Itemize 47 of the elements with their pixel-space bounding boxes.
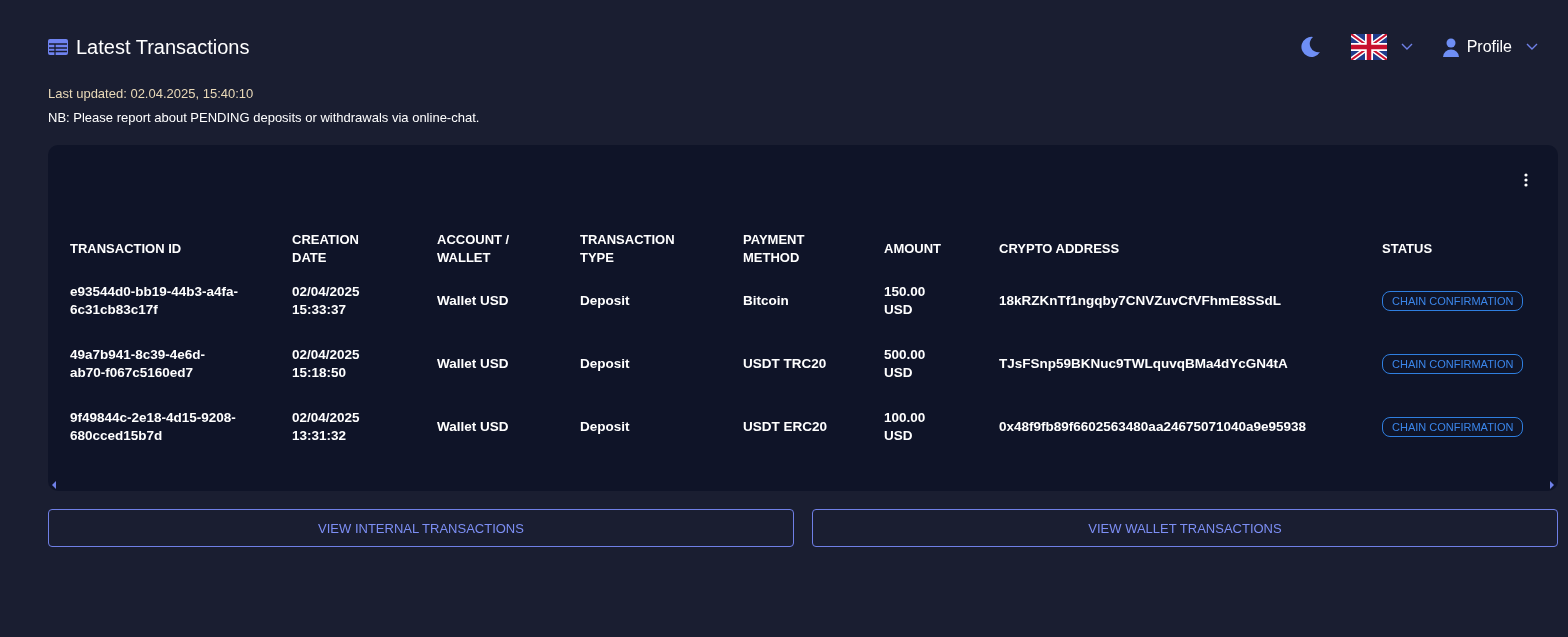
table-cell-text: Bitcoin [743,291,790,310]
table-cell-text: e93544d0-bb19-44b3-a4fa-6c31cb83c17f [70,282,240,319]
view-transactions-button[interactable]: VIEW WALLET TRANSACTIONS [812,509,1558,547]
table-cell-text: Deposit [580,417,631,436]
chevron-down-icon [1526,43,1538,51]
scroll-left-icon[interactable] [52,481,56,489]
column-header: CREATION DATE [292,231,360,267]
table-cell-text: 0x48f9fb89f6602563480aa24675071040a9e95938 [999,417,1308,436]
table-cell-text: 18kRZKnTf1ngqby7CNVZuvCfVFhmE8SSdL [999,291,1283,310]
status-badge: CHAIN CONFIRMATION [1382,353,1524,374]
notice-text: NB: Please report about PENDING deposits or withdrawals via online-chat. [48,110,481,125]
table-cell-text: TJsFSnp59BKNuc9TWLquvqBMa4dYcGN4tA [999,354,1289,373]
table-cell-text: 02/04/2025 13:31:32 [292,408,361,445]
chevron-down-icon [1400,43,1413,51]
more-options-button[interactable] [1524,173,1528,187]
table-cell-text: 500.00 USD [884,345,927,382]
status-badge: CHAIN CONFIRMATION [1382,290,1524,311]
column-header: ACCOUNT / WALLET [437,231,511,267]
moon-icon[interactable] [1298,36,1321,58]
column-header: TRANSACTION TYPE [580,231,676,267]
table-cell-text: Wallet USD [437,354,510,373]
column-header: STATUS [1382,240,1434,258]
page-title: Latest Transactions [76,35,250,59]
table-cell-text: Wallet USD [437,417,510,436]
view-transactions-button[interactable]: VIEW INTERNAL TRANSACTIONS [48,509,794,547]
column-header: PAYMENT METHOD [743,231,806,267]
table-cell-text: 02/04/2025 15:33:37 [292,282,361,319]
uk-flag-icon[interactable] [1350,34,1387,60]
table-cell-text: 49a7b941-8c39-4e6d-ab70-f067c5160ed7 [70,345,207,382]
table-cell-text: Deposit [580,354,631,373]
last-updated-text: Last updated: 02.04.2025, 15:40:10 [48,86,255,101]
profile-button[interactable]: Profile [1442,37,1512,57]
table-cell-text: USDT TRC20 [743,354,828,373]
column-header: AMOUNT [884,240,943,258]
column-header: TRANSACTION ID [70,240,183,258]
user-icon [1442,37,1459,57]
table-cell-text: 02/04/2025 15:18:50 [292,345,361,382]
table-cell-text: Wallet USD [437,291,510,310]
table-icon [48,39,68,55]
table-cell-text: Deposit [580,291,631,310]
status-badge: CHAIN CONFIRMATION [1382,416,1524,437]
scroll-right-icon[interactable] [1550,481,1554,489]
table-cell-text: 100.00 USD [884,408,927,445]
table-cell-text: USDT ERC20 [743,417,829,436]
column-header: CRYPTO ADDRESS [999,240,1121,258]
table-cell-text: 9f49844c-2e18-4d15-9208-680cced15b7d [70,408,237,445]
table-cell-text: 150.00 USD [884,282,927,319]
